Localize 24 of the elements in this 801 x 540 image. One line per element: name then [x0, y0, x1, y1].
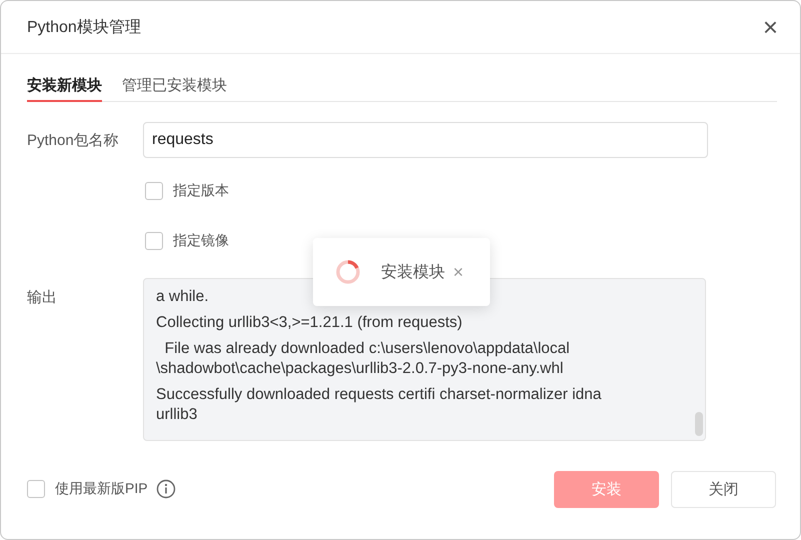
log-line: \shadowbot\cache\packages\urllib3-2.0.7-py3-none-any.whl [156, 359, 564, 379]
checkbox-label: 指定版本 [173, 182, 229, 200]
log-line: a while. [156, 287, 210, 307]
info-icon[interactable] [156, 479, 176, 499]
log-line: urllib3 [156, 405, 198, 425]
window-title: Python模块管理 [27, 18, 142, 38]
log-line: Successfully downloaded requests certifi charset-normalizer idna [156, 385, 602, 405]
checkbox-label: 使用最新版PIP [55, 480, 148, 498]
spinner-icon [335, 259, 361, 285]
field-label: Python包名称 [27, 130, 120, 150]
tab[interactable]: 管理已安装模块 [122, 76, 227, 102]
tab[interactable]: 安装新模块 [27, 76, 102, 102]
checkbox[interactable] [27, 480, 45, 498]
field-label: 输出 [27, 288, 58, 307]
log-line: Collecting urllib3<3,>=1.21.1 (from requests) [156, 313, 464, 333]
toast-text: 安装模块 [381, 262, 445, 282]
log-line: File was already downloaded c:\users\lenovo\appdata\local [164, 339, 571, 359]
dialog-button[interactable]: 关闭 [671, 470, 776, 508]
package-name-field[interactable]: requests [143, 122, 708, 158]
scrollbar-thumb[interactable] [695, 412, 703, 436]
checkbox[interactable] [145, 182, 163, 200]
checkbox-label: 指定镜像 [173, 232, 229, 250]
close-button[interactable]: × [758, 14, 782, 40]
checkbox[interactable] [145, 232, 163, 250]
